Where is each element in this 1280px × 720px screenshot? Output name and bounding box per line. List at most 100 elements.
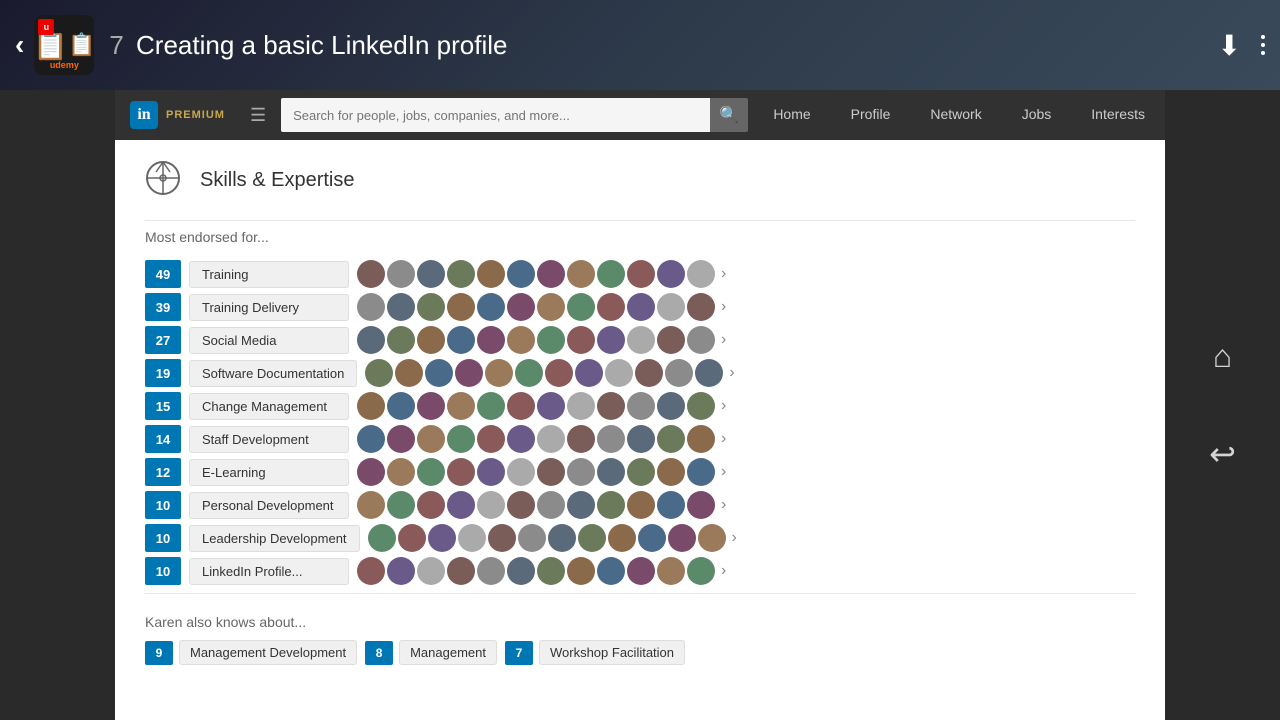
avatar [597,293,625,321]
download-icon[interactable]: ⬇ [1218,29,1241,62]
course-number: 7 [109,30,123,60]
avatar [477,293,505,321]
hamburger-menu[interactable]: ☰ [240,90,276,140]
avatar-more-arrow[interactable]: › [721,265,726,283]
avatar [627,260,655,288]
skill-row: 14 Staff Development › [145,425,1135,453]
skill-name[interactable]: Personal Development [189,492,349,519]
skill-count: 14 [145,425,181,453]
search-button[interactable]: 🔍 [710,98,748,132]
skill-avatars: › [357,293,1135,321]
more-menu-icon[interactable] [1261,35,1265,55]
avatar-more-arrow[interactable]: › [721,397,726,415]
avatar [488,524,516,552]
skill-count: 27 [145,326,181,354]
avatar [567,425,595,453]
skill-name[interactable]: Leadership Development [189,525,360,552]
skill-name[interactable]: Software Documentation [189,360,357,387]
avatar [687,425,715,453]
skill-name[interactable]: Staff Development [189,426,349,453]
skill-name[interactable]: Change Management [189,393,349,420]
avatar [417,392,445,420]
search-input[interactable] [281,98,710,132]
avatar-more-arrow[interactable]: › [721,430,726,448]
avatar [635,359,663,387]
left-panel [0,90,115,720]
udemy-label: udemy [34,60,94,70]
avatar-more-arrow[interactable]: › [721,496,726,514]
top-bar: ‹ 📋 udemy u 7 Creating a basic LinkedIn … [0,0,1280,90]
avatar [507,326,535,354]
skill-name[interactable]: E-Learning [189,459,349,486]
nav-item-profile[interactable]: Profile [831,90,911,140]
skill-name[interactable]: Training [189,261,349,288]
nav-item-jobs[interactable]: Jobs [1002,90,1072,140]
knows-name[interactable]: Management Development [179,640,357,665]
skills-list: 49Training›39Training Delivery›27Social … [145,260,1135,585]
skill-name[interactable]: Social Media [189,327,349,354]
avatar [608,524,636,552]
home-icon[interactable]: ⌂ [1213,338,1232,375]
back-icon[interactable]: ↩ [1209,435,1236,473]
avatar [597,392,625,420]
separator-1 [145,220,1135,221]
knows-name[interactable]: Workshop Facilitation [539,640,685,665]
avatar [567,458,595,486]
avatar-more-arrow[interactable]: › [729,364,734,382]
top-right-icons: ⬇ [1218,29,1265,62]
avatar [477,326,505,354]
skill-row: 10Personal Development› [145,491,1135,519]
avatar [627,392,655,420]
avatar [627,458,655,486]
avatar [357,425,385,453]
avatar [567,491,595,519]
knows-item: 7Workshop Facilitation [505,640,685,665]
avatar-more-arrow[interactable]: › [721,331,726,349]
search-bar: 🔍 [276,90,753,140]
avatar [668,524,696,552]
avatar [417,491,445,519]
avatar [417,293,445,321]
avatar [477,260,505,288]
skill-row: 12E-Learning› [145,458,1135,486]
avatar [545,359,573,387]
nav-item-interests[interactable]: Interests [1071,90,1165,140]
avatar [657,260,685,288]
avatar [417,326,445,354]
avatar [428,524,456,552]
avatar [387,260,415,288]
avatar-more-arrow[interactable]: › [721,298,726,316]
avatar [357,458,385,486]
linkedin-nav: in PREMIUM ☰ 🔍 Home Profile Network Jobs… [115,90,1165,140]
avatar [537,392,565,420]
avatar [387,425,415,453]
also-knows-label: Karen also knows about... [145,614,1135,630]
knows-name[interactable]: Management [399,640,497,665]
avatar-more-arrow[interactable]: › [721,463,726,481]
avatar [627,491,655,519]
skill-row: 15Change Management› [145,392,1135,420]
avatar [657,557,685,585]
linkedin-logo-area: in PREMIUM [115,90,240,140]
avatar [567,326,595,354]
avatar [597,458,625,486]
skill-avatars: › [357,392,1135,420]
skill-name[interactable]: LinkedIn Profile... [189,558,349,585]
nav-item-home[interactable]: Home [753,90,830,140]
avatar [357,491,385,519]
avatar [507,491,535,519]
avatar-more-arrow[interactable]: › [721,562,726,580]
skill-avatars: › [368,524,1135,552]
back-button[interactable]: ‹ [15,29,24,61]
skill-row: 49 Training › [145,260,1135,288]
avatar-more-arrow[interactable]: › [732,529,737,547]
avatar [687,458,715,486]
avatar [657,392,685,420]
skill-count: 49 [145,260,181,288]
skill-name[interactable]: Training Delivery [189,294,349,321]
nav-item-network[interactable]: Network [910,90,1001,140]
udemy-logo: 📋 udemy u [34,15,94,75]
avatar [507,425,535,453]
course-title-text: Creating a basic LinkedIn profile [136,30,507,60]
avatar [537,458,565,486]
